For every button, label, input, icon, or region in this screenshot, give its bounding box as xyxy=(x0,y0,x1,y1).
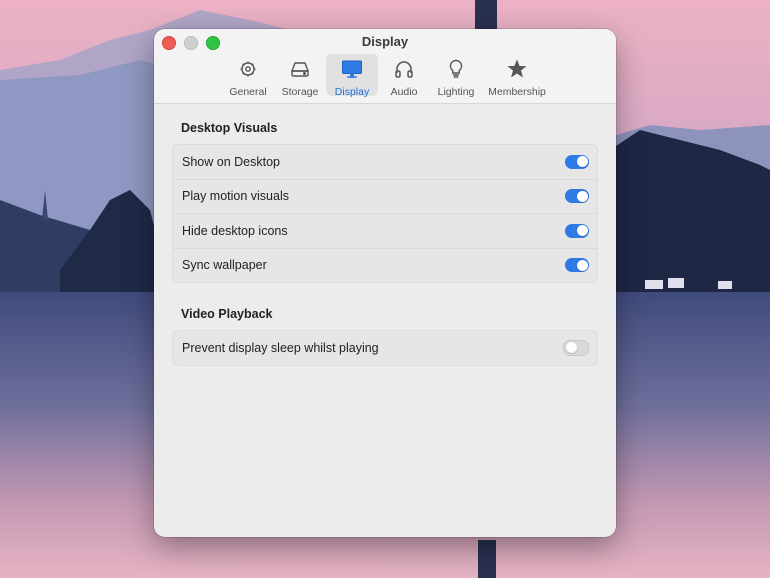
tab-label: Membership xyxy=(488,86,546,98)
preferences-toolbar: General Storage Display Audio Lighting M… xyxy=(222,54,552,98)
tab-display[interactable]: Display xyxy=(326,54,378,98)
settings-content: Desktop Visuals Show on Desktop Play mot… xyxy=(172,121,598,366)
star-icon xyxy=(505,58,529,85)
setting-label: Prevent display sleep whilst playing xyxy=(182,340,379,355)
sync-wallpaper-toggle[interactable] xyxy=(565,258,589,273)
monitor-icon xyxy=(340,58,364,85)
tab-label: General xyxy=(229,86,267,98)
tab-label: Audio xyxy=(390,86,418,98)
show-on-desktop-toggle[interactable] xyxy=(565,154,589,169)
setting-label: Sync wallpaper xyxy=(182,258,267,273)
section-title-desktop-visuals: Desktop Visuals xyxy=(181,121,278,135)
desktop-visuals-group: Show on Desktop Play motion visuals Hide… xyxy=(172,144,598,283)
tab-audio[interactable]: Audio xyxy=(378,54,430,98)
gear-icon xyxy=(236,58,260,85)
tab-label: Display xyxy=(334,86,370,98)
tab-general[interactable]: General xyxy=(222,54,274,98)
tab-label: Lighting xyxy=(437,86,475,98)
window-title: Display xyxy=(361,34,409,49)
prevent-display-sleep-toggle[interactable] xyxy=(563,339,589,356)
setting-label: Play motion visuals xyxy=(182,189,289,204)
play-motion-visuals-toggle[interactable] xyxy=(565,189,589,204)
setting-row-play-motion-visuals: Play motion visuals xyxy=(173,180,597,214)
setting-row-prevent-display-sleep: Prevent display sleep whilst playing xyxy=(173,331,597,365)
lightbulb-icon xyxy=(444,58,468,85)
video-playback-group: Prevent display sleep whilst playing xyxy=(172,330,598,366)
titlebar: Display General Storage Display Audio Li… xyxy=(154,29,616,104)
setting-row-show-on-desktop: Show on Desktop xyxy=(173,145,597,180)
setting-row-sync-wallpaper: Sync wallpaper xyxy=(173,249,597,283)
hide-desktop-icons-toggle[interactable] xyxy=(565,223,589,238)
tab-lighting[interactable]: Lighting xyxy=(430,54,482,98)
tab-storage[interactable]: Storage xyxy=(274,54,326,98)
drive-icon xyxy=(288,58,312,85)
setting-label: Show on Desktop xyxy=(182,154,280,169)
setting-row-hide-desktop-icons: Hide desktop icons xyxy=(173,214,597,249)
tab-membership[interactable]: Membership xyxy=(482,54,552,98)
display-settings-window: Display General Storage Display Audio Li… xyxy=(154,29,616,537)
headphones-icon xyxy=(392,58,416,85)
setting-label: Hide desktop icons xyxy=(182,223,288,238)
tab-label: Storage xyxy=(281,86,319,98)
section-title-video-playback: Video Playback xyxy=(181,307,273,321)
